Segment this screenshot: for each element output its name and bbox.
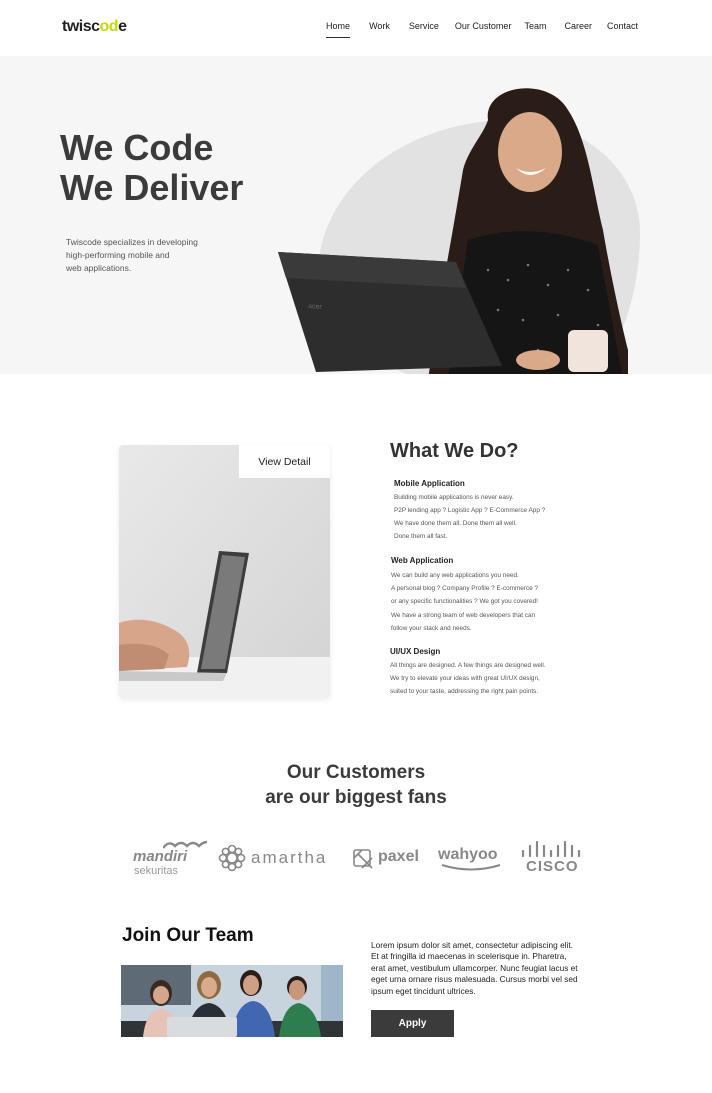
service-line: We have a strong team of web developers …: [391, 612, 536, 619]
paxel-box-icon: [353, 849, 373, 869]
service-line: All things are designed. A few things ar…: [390, 662, 546, 669]
service-line: We can build any web applications you ne…: [391, 572, 519, 579]
customer-logos: mandiri sekuritas amartha paxel wahyoo C…: [130, 838, 590, 878]
hero-desc-line: high-performing mobile and: [66, 250, 170, 260]
service-line: Building mobile applications is never ea…: [394, 494, 514, 501]
hero-section: We Code We Deliver Twiscode specializes …: [0, 56, 712, 374]
hero-desc-line: web applications.: [66, 263, 132, 273]
nav-contact[interactable]: Contact: [607, 21, 638, 31]
hero-title: We Code We Deliver: [60, 128, 243, 208]
paxel-text: paxel: [378, 848, 419, 865]
customers-title-line-1: Our Customers: [286, 762, 426, 783]
apply-button[interactable]: Apply: [371, 1010, 454, 1037]
service-heading-mobile: Mobile Application: [394, 479, 465, 488]
mandiri-text: mandiri: [133, 848, 188, 865]
cisco-logo: CISCO: [520, 840, 582, 875]
hero-description: Twiscode specializes in developing high-…: [66, 236, 216, 275]
hero-desc-line: Twiscode specializes in developing: [66, 237, 198, 247]
service-line: We try to elevate your ideas with great …: [390, 675, 540, 682]
cisco-text: CISCO: [526, 858, 579, 875]
service-line: P2P lending app ? Logistic App ? E-Comme…: [394, 507, 546, 514]
team-photo-illustration: [121, 965, 343, 1037]
wahyoo-logo: wahyoo: [438, 846, 501, 871]
svg-text:acer: acer: [308, 303, 323, 311]
amartha-text: amartha: [251, 848, 328, 867]
amartha-flower-icon: [218, 844, 246, 872]
sekuritas-text: sekuritas: [134, 865, 179, 877]
service-line: Done them all fast.: [394, 533, 448, 540]
service-line: follow your stack and needs.: [391, 625, 472, 632]
service-line: A personal blog ? Company Profile ? E-co…: [391, 585, 539, 592]
twiscode-logo[interactable]: twiscode: [62, 18, 127, 36]
service-heading-uiux: UI/UX Design: [390, 647, 441, 656]
cisco-bars-icon: [521, 840, 581, 858]
team-photo: [121, 965, 343, 1037]
customers-title: Our Customers are our biggest fans: [0, 760, 712, 810]
laptop-photo: [119, 445, 330, 698]
nav-service[interactable]: Service: [409, 21, 439, 31]
service-line: suited to your taste, addressing the rig…: [390, 688, 539, 695]
service-line: or any specific functionalities ? We got…: [391, 598, 538, 605]
nav-career[interactable]: Career: [564, 21, 592, 31]
logo-text-c: e: [118, 18, 127, 35]
logo-text-b: od: [99, 18, 119, 35]
logo-text-a: twisc: [62, 18, 100, 35]
hero-title-line-2: We Deliver: [60, 167, 244, 208]
view-detail-button[interactable]: View Detail: [239, 445, 330, 478]
join-team-description: Lorem ipsum dolor sit amet, consectetur …: [371, 940, 578, 996]
nav-links: Home Work Service Our Customer Team Care…: [307, 21, 638, 38]
hero-laptop-image: acer: [278, 252, 502, 372]
join-team-title: Join Our Team: [122, 925, 254, 946]
service-heading-web: Web Application: [391, 556, 454, 565]
customers-title-line-2: are our biggest fans: [265, 787, 447, 808]
nav-home[interactable]: Home: [326, 21, 351, 38]
service-line: We have done them all. Done them all wel…: [394, 520, 517, 527]
what-we-do-title: What We Do?: [390, 440, 519, 462]
nav-team[interactable]: Team: [524, 21, 546, 31]
wahyoo-smile-icon: [441, 864, 501, 871]
wahyoo-text: wahyoo: [438, 846, 498, 863]
top-navbar: twiscode Home Work Service Our Customer …: [0, 0, 712, 56]
hero-title-line-1: We Code: [60, 127, 214, 168]
service-card-image: View Detail: [119, 445, 330, 698]
nav-our-customer[interactable]: Our Customer: [455, 21, 512, 31]
nav-work[interactable]: Work: [369, 21, 390, 31]
